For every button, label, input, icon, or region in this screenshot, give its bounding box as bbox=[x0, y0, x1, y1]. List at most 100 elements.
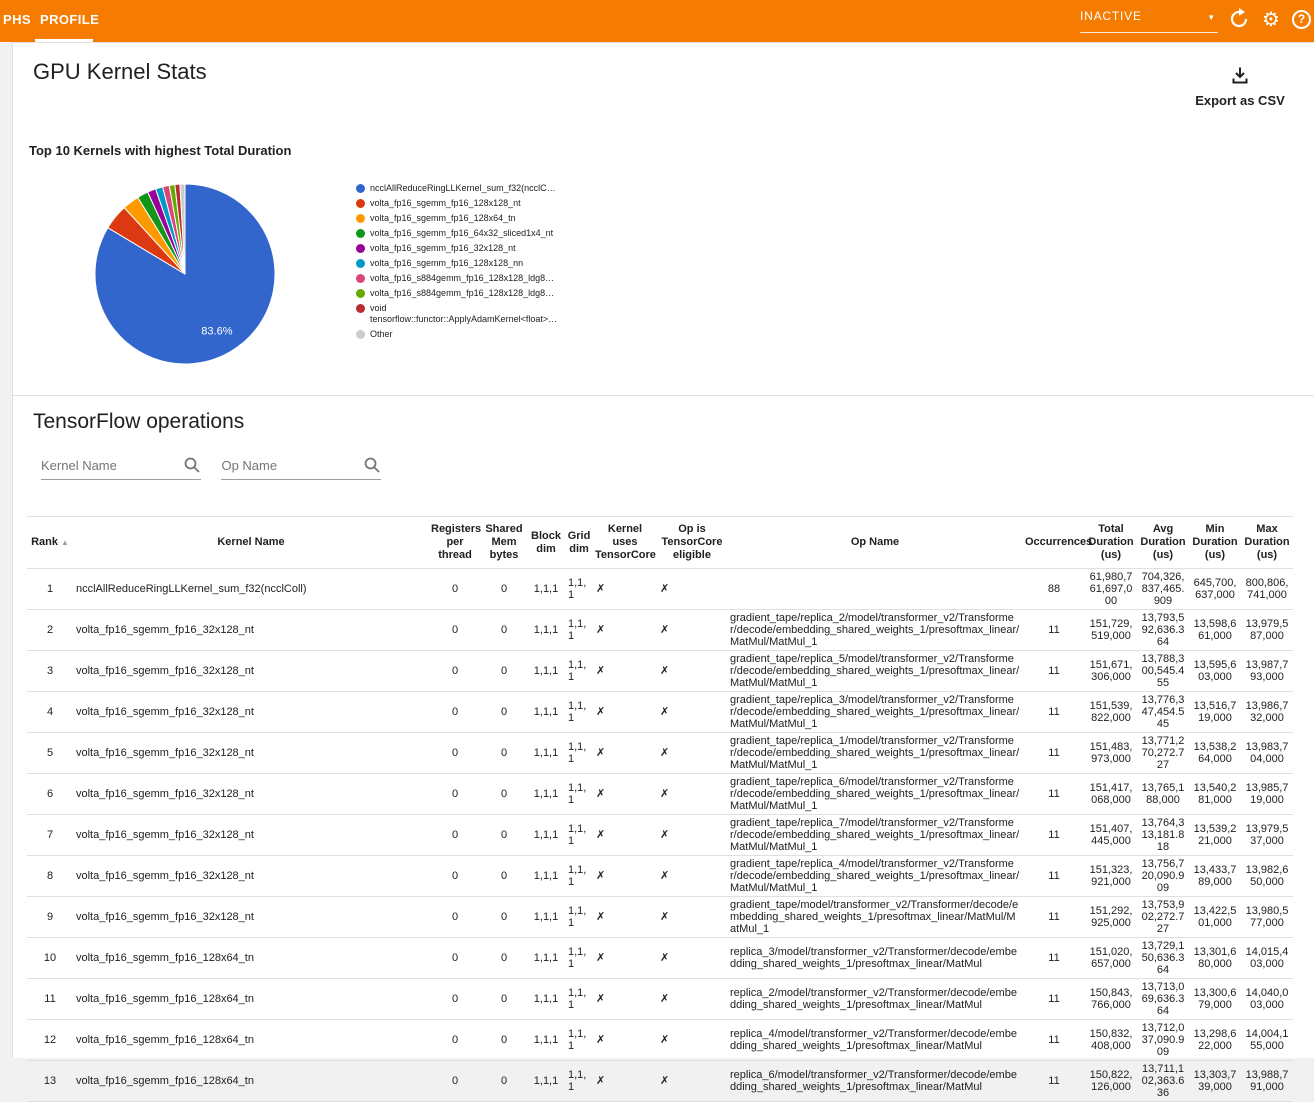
table-cell: volta_fp16_sgemm_fp16_128x64_tn bbox=[73, 1061, 429, 1102]
table-row: 10volta_fp16_sgemm_fp16_128x64_tn001,1,1… bbox=[27, 938, 1293, 979]
run-state-value: INACTIVE bbox=[1080, 9, 1142, 23]
table-cell: volta_fp16_sgemm_fp16_32x128_nt bbox=[73, 651, 429, 692]
table-cell: ✗ bbox=[593, 569, 657, 610]
legend-item: volta_fp16_s884gemm_fp16_128x128_ldg8… bbox=[356, 288, 541, 299]
column-header[interactable]: Occurrences bbox=[1023, 517, 1085, 569]
legend-swatch bbox=[356, 229, 365, 238]
column-header[interactable]: Shared Mem bytes bbox=[481, 517, 527, 569]
table-cell: 151,483,973,000 bbox=[1085, 733, 1137, 774]
table-cell: 1,1,1 bbox=[565, 651, 593, 692]
table-cell: 0 bbox=[481, 569, 527, 610]
table-cell: 61,980,761,697,000 bbox=[1085, 569, 1137, 610]
kernel-name-input[interactable] bbox=[41, 454, 201, 480]
export-csv-button[interactable]: Export as CSV bbox=[1194, 65, 1286, 108]
run-state-dropdown[interactable]: INACTIVE ▼ bbox=[1080, 9, 1218, 33]
table-cell: 1,1,1 bbox=[527, 938, 565, 979]
table-cell: 13,765,188,000 bbox=[1137, 774, 1189, 815]
column-header[interactable]: Grid dim bbox=[565, 517, 593, 569]
table-cell: 13,713,069,636.364 bbox=[1137, 979, 1189, 1020]
column-header[interactable]: Min Duration (us) bbox=[1189, 517, 1241, 569]
table-cell: 13,988,791,000 bbox=[1241, 1061, 1293, 1102]
table-cell: ✗ bbox=[657, 610, 727, 651]
legend-label: void tensorflow::functor::ApplyAdamKerne… bbox=[370, 303, 557, 325]
table-cell: 12 bbox=[27, 1020, 73, 1061]
table-cell: ✗ bbox=[593, 1020, 657, 1061]
table-cell: 13,788,300,545.455 bbox=[1137, 651, 1189, 692]
table-cell: ✗ bbox=[657, 774, 727, 815]
app-bar: PHS PROFILE INACTIVE ▼ ⚙ ? bbox=[0, 0, 1314, 42]
table-cell: 0 bbox=[481, 733, 527, 774]
table-cell: 151,323,921,000 bbox=[1085, 856, 1137, 897]
table-cell: 13,301,680,000 bbox=[1189, 938, 1241, 979]
table-cell: ✗ bbox=[593, 815, 657, 856]
table-cell: 13,753,902,272.727 bbox=[1137, 897, 1189, 938]
table-cell: 11 bbox=[1023, 938, 1085, 979]
table-row: 5volta_fp16_sgemm_fp16_32x128_nt001,1,11… bbox=[27, 733, 1293, 774]
column-header[interactable]: Max Duration (us) bbox=[1241, 517, 1293, 569]
table-cell: ✗ bbox=[657, 856, 727, 897]
column-header[interactable]: Kernel uses TensorCore bbox=[593, 517, 657, 569]
refresh-button[interactable] bbox=[1227, 8, 1251, 32]
table-cell: 5 bbox=[27, 733, 73, 774]
table-cell: 0 bbox=[481, 651, 527, 692]
table-cell: 0 bbox=[429, 733, 481, 774]
table-cell: 11 bbox=[1023, 979, 1085, 1020]
legend-label: Other bbox=[370, 329, 393, 340]
table-cell: gradient_tape/replica_5/model/transforme… bbox=[727, 651, 1023, 692]
table-cell: ✗ bbox=[657, 815, 727, 856]
legend-swatch bbox=[356, 274, 365, 283]
pie-slice-label: 83.6% bbox=[201, 325, 232, 337]
legend-swatch bbox=[356, 199, 365, 208]
table-cell: 13,979,537,000 bbox=[1241, 815, 1293, 856]
table-cell: 13,712,037,090.909 bbox=[1137, 1020, 1189, 1061]
table-cell: 1,1,1 bbox=[527, 733, 565, 774]
column-header[interactable]: Rank▲ bbox=[27, 517, 73, 569]
table-cell: 0 bbox=[481, 774, 527, 815]
table-cell: 11 bbox=[1023, 610, 1085, 651]
help-button[interactable]: ? bbox=[1292, 8, 1314, 32]
legend-label: volta_fp16_sgemm_fp16_128x64_tn bbox=[370, 213, 516, 224]
table-cell: 13,595,603,000 bbox=[1189, 651, 1241, 692]
table-cell: 13,793,592,636.364 bbox=[1137, 610, 1189, 651]
legend-item: volta_fp16_sgemm_fp16_128x64_tn bbox=[356, 213, 541, 224]
legend-label: volta_fp16_sgemm_fp16_64x32_sliced1x4_nt bbox=[370, 228, 553, 239]
table-cell: volta_fp16_sgemm_fp16_32x128_nt bbox=[73, 897, 429, 938]
table-cell: ✗ bbox=[593, 692, 657, 733]
table-cell: 13,756,720,090.909 bbox=[1137, 856, 1189, 897]
table-row: 4volta_fp16_sgemm_fp16_32x128_nt001,1,11… bbox=[27, 692, 1293, 733]
table-row: 1ncclAllReduceRingLLKernel_sum_f32(ncclC… bbox=[27, 569, 1293, 610]
table-cell: 13,980,577,000 bbox=[1241, 897, 1293, 938]
column-header[interactable]: Total Duration (us) bbox=[1085, 517, 1137, 569]
table-cell: 0 bbox=[481, 979, 527, 1020]
table-cell: 14,004,155,000 bbox=[1241, 1020, 1293, 1061]
settings-button[interactable]: ⚙ bbox=[1259, 8, 1283, 32]
table-cell: 1 bbox=[27, 569, 73, 610]
table-cell: 13,300,679,000 bbox=[1189, 979, 1241, 1020]
table-cell: 13,516,719,000 bbox=[1189, 692, 1241, 733]
column-header[interactable]: Kernel Name bbox=[73, 517, 429, 569]
table-row: 9volta_fp16_sgemm_fp16_32x128_nt001,1,11… bbox=[27, 897, 1293, 938]
legend-label: volta_fp16_sgemm_fp16_32x128_nt bbox=[370, 243, 516, 254]
op-name-input[interactable] bbox=[221, 454, 381, 480]
chart-title: Top 10 Kernels with highest Total Durati… bbox=[29, 143, 291, 158]
column-header[interactable]: Block dim bbox=[527, 517, 565, 569]
tab-profile[interactable]: PROFILE bbox=[40, 12, 99, 27]
table-cell: 1,1,1 bbox=[565, 733, 593, 774]
table-cell: 1,1,1 bbox=[565, 569, 593, 610]
column-header[interactable]: Op Name bbox=[727, 517, 1023, 569]
table-cell: 13 bbox=[27, 1061, 73, 1102]
table-cell: 13,711,102,363.636 bbox=[1137, 1061, 1189, 1102]
table-cell: 11 bbox=[1023, 651, 1085, 692]
legend-swatch bbox=[356, 304, 365, 313]
legend-swatch bbox=[356, 244, 365, 253]
column-header[interactable]: Avg Duration (us) bbox=[1137, 517, 1189, 569]
table-cell: replica_2/model/transformer_v2/Transform… bbox=[727, 979, 1023, 1020]
tab-graphs-partial[interactable]: PHS bbox=[3, 12, 31, 27]
column-header[interactable]: Op is TensorCore eligible bbox=[657, 517, 727, 569]
table-cell: 0 bbox=[429, 610, 481, 651]
column-header[interactable]: Registers per thread bbox=[429, 517, 481, 569]
table-cell: ✗ bbox=[657, 569, 727, 610]
table-cell: gradient_tape/replica_7/model/transforme… bbox=[727, 815, 1023, 856]
table-cell: gradient_tape/replica_6/model/transforme… bbox=[727, 774, 1023, 815]
table-cell: ✗ bbox=[593, 1061, 657, 1102]
